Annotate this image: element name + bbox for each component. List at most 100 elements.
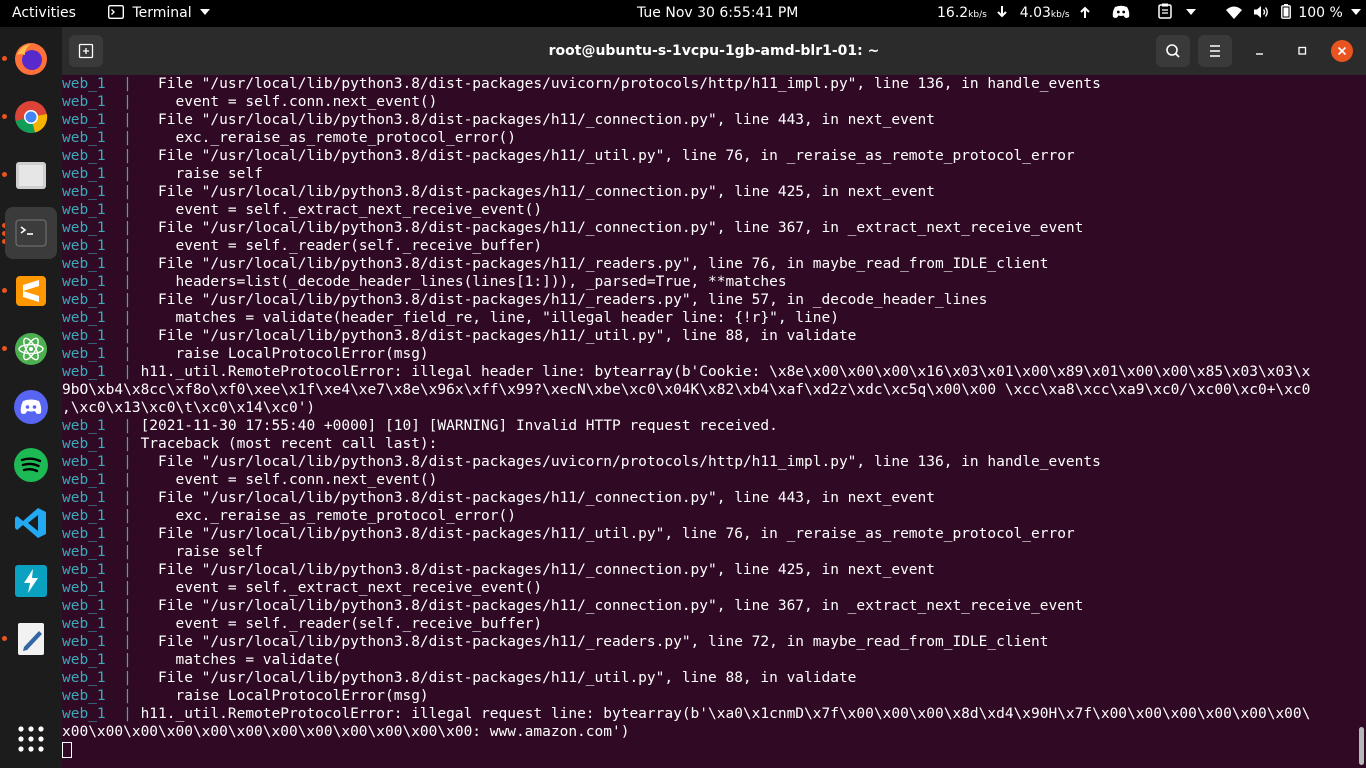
close-icon bbox=[1337, 46, 1347, 56]
terminal-line: web_1 | File "/usr/local/lib/python3.8/d… bbox=[62, 255, 1310, 273]
container-prefix: web_1 | bbox=[62, 130, 141, 146]
dock-item-text-editor[interactable] bbox=[5, 613, 57, 665]
container-prefix: web_1 | bbox=[62, 76, 141, 92]
minimize-button[interactable] bbox=[1250, 41, 1270, 61]
container-prefix: web_1 | bbox=[62, 508, 141, 524]
dock-item-sublime[interactable] bbox=[5, 265, 57, 317]
line-text: 9bO\xb4\x8cc\xf8o\xf0\xee\x1f\xe4\xe7\x8… bbox=[62, 382, 1311, 398]
terminal-line: web_1 | event = self.conn.next_event() bbox=[62, 93, 1310, 111]
dock-item-vscode[interactable] bbox=[5, 497, 57, 549]
terminal-line: web_1 | exc._reraise_as_remote_protocol_… bbox=[62, 507, 1310, 525]
activities-button[interactable]: Activities bbox=[12, 0, 76, 27]
terminal-line: ,\xc0\x13\xc0\t\xc0\x14\xc0') bbox=[62, 399, 1310, 417]
terminal-line: web_1 | event = self._reader(self._recei… bbox=[62, 615, 1310, 633]
terminal-lines: web_1 | File "/usr/local/lib/python3.8/d… bbox=[62, 75, 1310, 741]
line-text: File "/usr/local/lib/python3.8/dist-pack… bbox=[140, 292, 988, 308]
terminal-line: web_1 | File "/usr/local/lib/python3.8/d… bbox=[62, 669, 1310, 687]
line-text: File "/usr/local/lib/python3.8/dist-pack… bbox=[140, 598, 1084, 614]
close-button[interactable] bbox=[1331, 40, 1353, 62]
arrow-up-icon bbox=[1080, 6, 1090, 18]
chevron-down-icon bbox=[1351, 9, 1362, 15]
new-tab-button[interactable] bbox=[69, 35, 103, 67]
clock[interactable]: Tue Nov 30 6:55:41 PM bbox=[637, 0, 798, 27]
terminal-line: web_1 | event = self._extract_next_recei… bbox=[62, 201, 1310, 219]
header-bar[interactable]: root@ubuntu-s-1vcpu-1gb-amd-blr1-01: ~ bbox=[62, 27, 1366, 75]
top-bar: Activities Terminal Tue Nov 30 6:55:41 P… bbox=[0, 0, 1366, 27]
container-prefix: web_1 | bbox=[62, 418, 141, 434]
container-prefix: web_1 | bbox=[62, 598, 141, 614]
container-prefix: web_1 | bbox=[62, 562, 141, 578]
terminal-small-icon bbox=[107, 4, 125, 20]
net-down-unit: kb/s bbox=[968, 10, 987, 20]
terminal-line: web_1 | raise LocalProtocolError(msg) bbox=[62, 687, 1310, 705]
terminal-line: web_1 | File "/usr/local/lib/python3.8/d… bbox=[62, 291, 1310, 309]
container-prefix: web_1 | bbox=[62, 454, 141, 470]
dock-item-discord[interactable] bbox=[5, 381, 57, 433]
terminal-line: web_1 | headers=list(_decode_header_line… bbox=[62, 273, 1310, 291]
container-prefix: web_1 | bbox=[62, 220, 141, 236]
spotify-icon bbox=[14, 448, 48, 482]
terminal-line: web_1 | File "/usr/local/lib/python3.8/d… bbox=[62, 525, 1310, 543]
terminal-line: web_1 | File "/usr/local/lib/python3.8/d… bbox=[62, 327, 1310, 345]
terminal-line: web_1 | File "/usr/local/lib/python3.8/d… bbox=[62, 183, 1310, 201]
line-text: ,\xc0\x13\xc0\t\xc0\x14\xc0') bbox=[62, 400, 316, 416]
line-text: Traceback (most recent call last): bbox=[140, 436, 438, 452]
terminal-line: web_1 | event = self._extract_next_recei… bbox=[62, 579, 1310, 597]
line-text: File "/usr/local/lib/python3.8/dist-pack… bbox=[140, 454, 1101, 470]
terminal-line: web_1 | File "/usr/local/lib/python3.8/d… bbox=[62, 147, 1310, 165]
dock-item-files[interactable] bbox=[5, 149, 57, 201]
dock-item-terminal[interactable] bbox=[5, 207, 57, 259]
dock-item-zap[interactable] bbox=[5, 555, 57, 607]
clipboard-icon bbox=[1158, 3, 1172, 19]
dock-item-chrome[interactable] bbox=[5, 91, 57, 143]
line-text: matches = validate(header_field_re, line… bbox=[140, 310, 839, 326]
dock bbox=[0, 27, 62, 768]
line-text: File "/usr/local/lib/python3.8/dist-pack… bbox=[140, 490, 935, 506]
line-text: raise LocalProtocolError(msg) bbox=[140, 688, 429, 704]
dock-item-atom[interactable] bbox=[5, 323, 57, 375]
discord-icon bbox=[14, 390, 48, 424]
chevron-down-icon bbox=[200, 9, 211, 15]
line-text: event = self._extract_next_receive_event… bbox=[140, 580, 543, 596]
text-editor-icon bbox=[18, 623, 44, 655]
line-text: exc._reraise_as_remote_protocol_error() bbox=[140, 508, 516, 524]
container-prefix: web_1 | bbox=[62, 436, 141, 452]
new-tab-icon bbox=[78, 43, 94, 59]
dock-item-spotify[interactable] bbox=[5, 439, 57, 491]
line-text: File "/usr/local/lib/python3.8/dist-pack… bbox=[140, 526, 1075, 542]
line-text: raise self bbox=[140, 166, 263, 182]
app-menu[interactable]: Terminal bbox=[107, 0, 211, 27]
container-prefix: web_1 | bbox=[62, 472, 141, 488]
terminal-line: web_1 | raise self bbox=[62, 543, 1310, 561]
dock-item-show-apps[interactable] bbox=[5, 713, 57, 765]
line-text: File "/usr/local/lib/python3.8/dist-pack… bbox=[140, 634, 1049, 650]
maximize-button[interactable] bbox=[1292, 41, 1312, 61]
line-text: event = self._reader(self._receive_buffe… bbox=[140, 238, 543, 254]
line-text: headers=list(_decode_header_lines(lines[… bbox=[140, 274, 787, 290]
line-text: event = self._extract_next_receive_event… bbox=[140, 202, 543, 218]
terminal-line: web_1 | File "/usr/local/lib/python3.8/d… bbox=[62, 219, 1310, 237]
line-text: event = self.conn.next_event() bbox=[140, 472, 438, 488]
line-text: File "/usr/local/lib/python3.8/dist-pack… bbox=[140, 112, 935, 128]
terminal-line: web_1 | File "/usr/local/lib/python3.8/d… bbox=[62, 561, 1310, 579]
container-prefix: web_1 | bbox=[62, 292, 141, 308]
discord-tray-icon[interactable] bbox=[1112, 0, 1130, 27]
container-prefix: web_1 | bbox=[62, 364, 141, 380]
search-button[interactable] bbox=[1156, 35, 1190, 67]
container-prefix: web_1 | bbox=[62, 652, 141, 668]
menu-button[interactable] bbox=[1198, 35, 1232, 67]
atom-icon bbox=[15, 333, 47, 365]
terminal-line: web_1 | [2021-11-30 17:55:40 +0000] [10]… bbox=[62, 417, 1310, 435]
hamburger-icon bbox=[1210, 45, 1220, 57]
terminal-line: web_1 | matches = validate( bbox=[62, 651, 1310, 669]
net-speed-indicator[interactable]: 16.2kb/s 4.03kb/s bbox=[937, 0, 1090, 27]
terminal-output[interactable]: web_1 | File "/usr/local/lib/python3.8/d… bbox=[62, 75, 1366, 768]
system-menu[interactable]: 100 % bbox=[1226, 0, 1362, 27]
dock-item-firefox[interactable] bbox=[5, 33, 57, 85]
container-prefix: web_1 | bbox=[62, 112, 141, 128]
scrollbar[interactable] bbox=[1359, 727, 1364, 765]
container-prefix: web_1 | bbox=[62, 526, 141, 542]
terminal-line: web_1 | File "/usr/local/lib/python3.8/d… bbox=[62, 111, 1310, 129]
container-prefix: web_1 | bbox=[62, 238, 141, 254]
clipboard-menu[interactable] bbox=[1158, 0, 1197, 27]
